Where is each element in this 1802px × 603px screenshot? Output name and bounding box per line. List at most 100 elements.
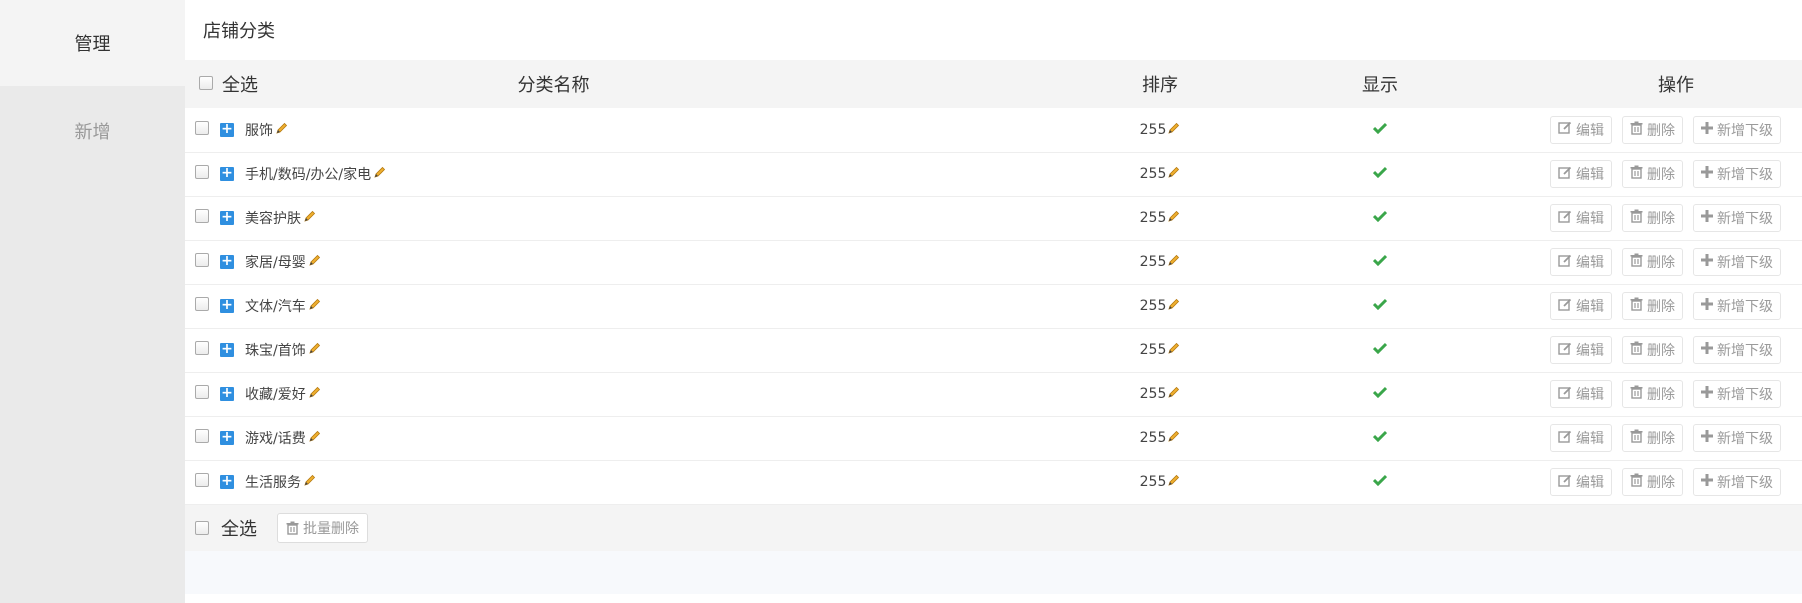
edit-icon [1558,210,1576,227]
edit-button[interactable]: 编辑 [1550,204,1612,232]
visible-check-icon[interactable] [1372,474,1388,490]
edit-name-pencil-icon[interactable] [276,122,288,138]
visible-check-icon[interactable] [1372,254,1388,270]
delete-button[interactable]: 删除 [1622,248,1683,276]
edit-name-pencil-icon[interactable] [374,166,386,182]
expand-icon[interactable]: + [220,254,234,269]
edit-button[interactable]: 编辑 [1550,115,1612,144]
add-child-button[interactable]: 新增下级 [1693,204,1781,232]
edit-sort-pencil-icon[interactable] [1168,298,1180,314]
delete-button[interactable]: 删除 [1622,336,1683,364]
expand-icon[interactable]: + [220,430,234,445]
sort-value: 255 [1139,474,1167,490]
add-child-button[interactable]: 新增下级 [1693,160,1781,188]
edit-sort-pencil-icon[interactable] [1168,386,1180,402]
row-checkbox[interactable] [195,120,209,135]
add-child-button[interactable]: 新增下级 [1693,424,1781,452]
delete-button[interactable]: 删除 [1622,380,1683,408]
edit-sort-pencil-icon[interactable] [1168,342,1180,358]
edit-name-pencil-icon[interactable] [304,474,316,490]
category-name: 手机/数码/办公/家电 [245,167,372,183]
visible-check-icon[interactable] [1372,342,1388,358]
visible-check-icon[interactable] [1372,210,1388,226]
add-child-button[interactable]: 新增下级 [1693,292,1781,320]
edit-icon [1558,166,1576,183]
edit-sort-pencil-icon[interactable] [1168,122,1180,138]
row-checkbox[interactable] [195,473,209,487]
row-checkbox[interactable] [195,253,209,267]
edit-button[interactable]: 编辑 [1550,380,1612,408]
add-child-button[interactable]: 新增下级 [1693,115,1781,144]
visible-check-icon[interactable] [1372,386,1388,402]
edit-sort-pencil-icon[interactable] [1168,210,1180,226]
add-child-button[interactable]: 新增下级 [1693,248,1781,276]
edit-name-pencil-icon[interactable] [304,210,316,226]
expand-icon[interactable]: + [220,386,234,401]
edit-button[interactable]: 编辑 [1550,160,1612,188]
column-header-show: 显示 [1362,75,1398,96]
edit-sort-pencil-icon[interactable] [1168,254,1180,270]
add-child-button[interactable]: 新增下级 [1693,468,1781,496]
trash-icon [1630,209,1647,227]
delete-button[interactable]: 删除 [1622,204,1683,232]
edit-name-pencil-icon[interactable] [309,430,321,446]
delete-label: 删除 [1647,122,1675,139]
edit-button[interactable]: 编辑 [1550,424,1612,452]
add-child-label: 新增下级 [1717,299,1773,315]
edit-name-pencil-icon[interactable] [309,254,321,270]
sort-value: 255 [1139,342,1167,358]
delete-button[interactable]: 删除 [1622,424,1683,452]
batch-delete-button[interactable]: 批量删除 [277,512,368,543]
sidebar-item-manage[interactable]: 管理 [0,0,185,86]
visible-check-icon[interactable] [1372,298,1388,314]
sidebar-item-add[interactable]: 新增 [0,86,185,176]
edit-button[interactable]: 编辑 [1550,336,1612,364]
expand-icon[interactable]: + [220,210,234,225]
visible-check-icon[interactable] [1372,430,1388,446]
edit-name-pencil-icon[interactable] [309,386,321,402]
edit-sort-pencil-icon[interactable] [1168,166,1180,182]
row-checkbox[interactable] [195,209,209,223]
sidebar: 管理 新增 [0,0,185,603]
edit-name-pencil-icon[interactable] [309,342,321,358]
add-child-label: 新增下级 [1717,255,1773,271]
footer-select-all-label: 全选 [221,518,257,540]
delete-button[interactable]: 删除 [1622,115,1683,144]
expand-icon[interactable]: + [220,342,234,357]
expand-icon[interactable]: + [220,298,234,313]
row-checkbox[interactable] [195,385,209,399]
expand-icon[interactable]: + [220,122,234,137]
edit-sort-pencil-icon[interactable] [1168,430,1180,446]
delete-button[interactable]: 删除 [1622,160,1683,188]
visible-check-icon[interactable] [1372,122,1388,138]
edit-name-pencil-icon[interactable] [309,298,321,314]
visible-check-icon[interactable] [1372,166,1388,182]
category-table: 全选 分类名称 排序 显示 操作 + 服饰 255 编辑 删除 新增下级 + 手… [185,60,1802,505]
add-child-label: 新增下级 [1717,431,1773,447]
edit-button[interactable]: 编辑 [1550,292,1612,320]
edit-sort-pencil-icon[interactable] [1168,474,1180,490]
footer-select-all-checkbox[interactable] [195,520,209,535]
edit-icon [1558,386,1576,403]
expand-icon[interactable]: + [220,474,234,489]
select-all-checkbox[interactable] [199,75,213,90]
row-checkbox[interactable] [195,429,209,443]
delete-label: 删除 [1647,431,1675,447]
delete-button[interactable]: 删除 [1622,292,1683,320]
row-checkbox[interactable] [195,297,209,311]
expand-icon[interactable]: + [220,166,234,181]
trash-icon [1630,165,1647,183]
edit-label: 编辑 [1576,255,1604,271]
delete-button[interactable]: 删除 [1622,468,1683,496]
category-name: 珠宝/首饰 [245,343,306,359]
batch-delete-label: 批量删除 [303,520,359,537]
row-checkbox[interactable] [195,165,209,179]
edit-button[interactable]: 编辑 [1550,248,1612,276]
add-child-button[interactable]: 新增下级 [1693,380,1781,408]
trash-icon [1630,253,1647,271]
table-row: + 家居/母婴 255 编辑 删除 新增下级 [185,240,1802,284]
plus-icon [1701,254,1717,270]
row-checkbox[interactable] [195,341,209,355]
add-child-button[interactable]: 新增下级 [1693,336,1781,364]
edit-button[interactable]: 编辑 [1550,468,1612,496]
